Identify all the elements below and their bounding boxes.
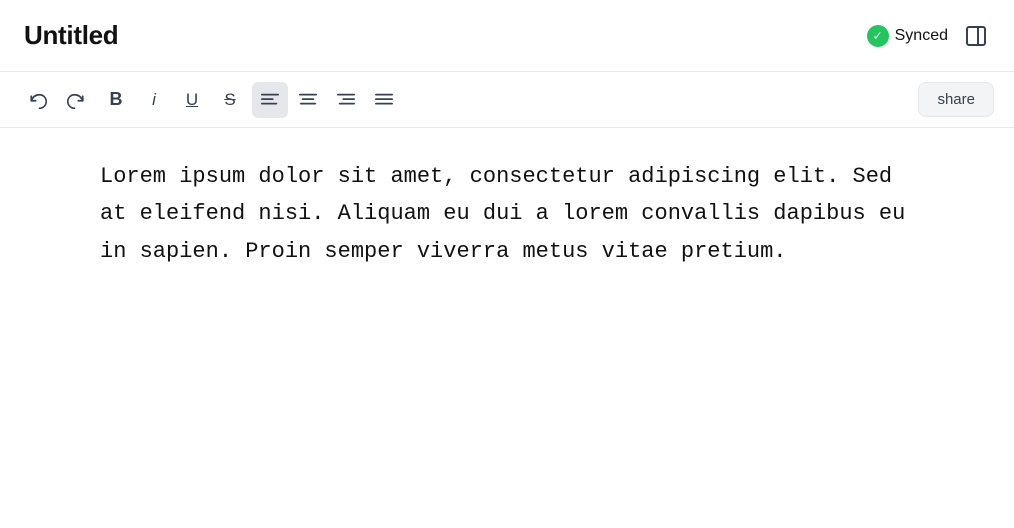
align-right-button[interactable] [328,82,364,118]
synced-badge: ✓ Synced [867,25,948,47]
italic-button[interactable]: i [136,82,172,118]
document-title: Untitled [24,20,118,51]
content-area: Lorem ipsum dolor sit amet, consectetur … [0,128,1014,528]
history-group [20,82,94,118]
toolbar: B i U S [0,72,1014,128]
underline-button[interactable]: U [174,82,210,118]
align-justify-button[interactable] [366,82,402,118]
synced-label: Synced [895,27,948,45]
redo-button[interactable] [58,82,94,118]
bold-button[interactable]: B [98,82,134,118]
format-group: B i U S [98,82,248,118]
strikethrough-button[interactable]: S [212,82,248,118]
header: Untitled ✓ Synced [0,0,1014,72]
app-container: Untitled ✓ Synced [0,0,1014,528]
undo-button[interactable] [20,82,56,118]
align-center-button[interactable] [290,82,326,118]
align-left-button[interactable] [252,82,288,118]
synced-check-icon: ✓ [867,25,889,47]
layout-toggle-button[interactable] [962,24,990,48]
document-body[interactable]: Lorem ipsum dolor sit amet, consectetur … [100,158,914,270]
header-right: ✓ Synced [867,24,990,48]
align-group [252,82,402,118]
share-button[interactable]: share [918,82,994,117]
